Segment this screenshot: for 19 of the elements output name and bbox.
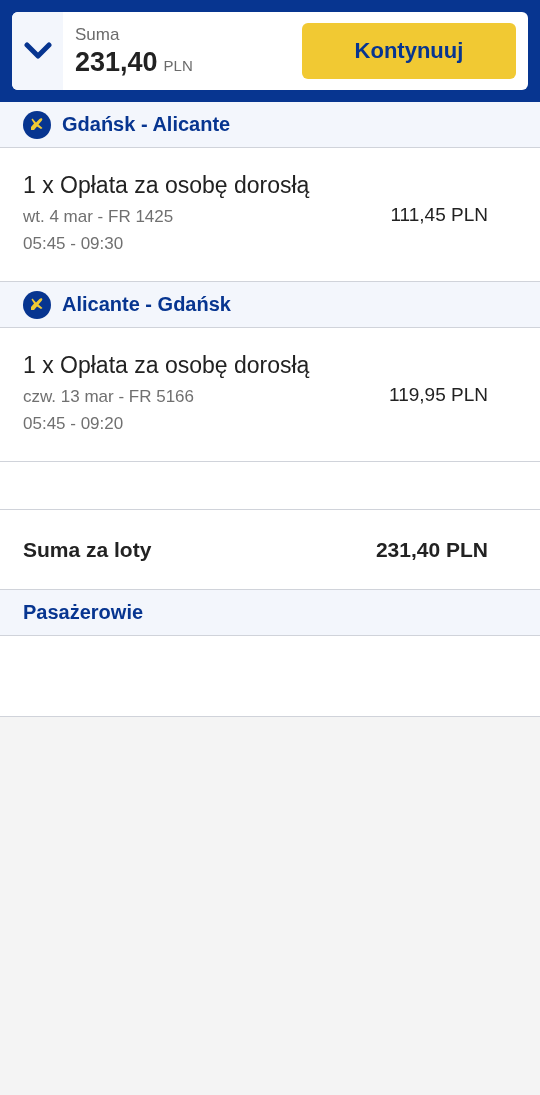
flights-total-label: Suma za loty — [23, 537, 152, 562]
currency-label: PLN — [163, 56, 193, 74]
route-title: Alicante - Gdańsk — [62, 293, 231, 316]
continue-button[interactable]: Kontynuuj — [302, 23, 516, 79]
flight-date: czw. 13 mar - FR 5166 — [23, 386, 195, 408]
total-amount: 231,40 — [75, 46, 158, 78]
fare-description: 1 x Opłata za osobę dorosłą — [23, 352, 310, 379]
route-title: Gdańsk - Alicante — [62, 113, 231, 136]
flight-time: 05:45 - 09:30 — [23, 233, 125, 255]
fare-description: 1 x Opłata za osobę dorosłą — [23, 172, 310, 199]
flight-date: wt. 4 mar - FR 1425 — [23, 206, 175, 228]
total-label: Suma — [75, 24, 121, 45]
fare-price: 111,45 PLN — [390, 203, 488, 226]
expand-button[interactable] — [12, 12, 63, 90]
flights-total-amount: 231,40 PLN — [375, 537, 488, 562]
fare-price: 119,95 PLN — [389, 383, 488, 406]
passengers-title: Pasażerowie — [23, 601, 144, 624]
chevron-down-icon — [23, 42, 52, 60]
flight-time: 05:45 - 09:20 — [23, 413, 125, 435]
